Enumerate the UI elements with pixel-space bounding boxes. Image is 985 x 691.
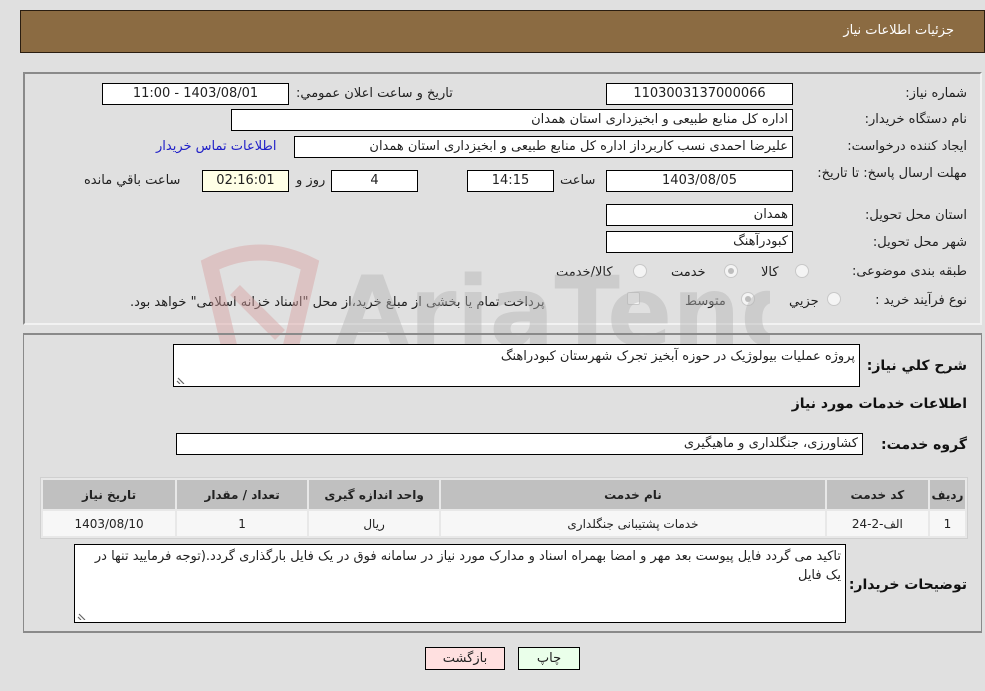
page-header: جزئیات اطلاعات نیاز (20, 10, 985, 53)
buyer-notes-text: تاکید می گردد فایل پیوست بعد مهر و امضا … (94, 549, 841, 583)
resize-grip-icon[interactable] (176, 374, 186, 384)
col-quantity: تعداد / مقدار (177, 480, 308, 509)
service-group-field: کشاورزی، جنگلداری و ماهیگیری (176, 433, 863, 455)
cell-service-name: خدمات پشتیبانی جنگلداری (441, 511, 825, 536)
cell-unit: ریال (309, 511, 440, 536)
col-need-date: تاریخ نیاز (43, 480, 176, 509)
services-table: ردیف کد خدمت نام خدمت واحد اندازه گیری ت… (40, 477, 968, 539)
print-button[interactable]: چاپ (518, 647, 580, 670)
category-option-goods-service: کالا/خدمت (556, 265, 613, 280)
process-option-minor: جزيي (789, 294, 819, 309)
category-label: طبقه بندی موضوعی: (851, 264, 967, 279)
category-option-goods: کالا (761, 265, 779, 280)
delivery-city-label: شهر محل تحویل: (872, 235, 967, 250)
cell-service-code: الف-2-24 (826, 511, 928, 536)
purchase-process-label: نوع فرآیند خرید : (875, 293, 967, 308)
services-table-header: ردیف کد خدمت نام خدمت واحد اندازه گیری ت… (43, 480, 965, 509)
category-radio-goods[interactable] (795, 264, 809, 278)
description-textarea[interactable]: پروژه عملیات بیولوژیک در حوزه آبخیز تجرک… (173, 344, 860, 387)
service-group-label: گروه خدمت: (881, 437, 967, 453)
announce-datetime-label: تاریخ و ساعت اعلان عمومي: (296, 86, 453, 101)
deadline-time-label: ساعت (560, 173, 596, 188)
description-label: شرح کلي نیاز: (866, 358, 967, 374)
deadline-time-field: 14:15 (467, 170, 554, 192)
buyer-contact-link[interactable]: اطلاعات تماس خریدار (156, 139, 276, 154)
category-radio-service[interactable] (724, 264, 738, 278)
requester-field: علیرضا احمدی نسب کاربرداز اداره کل منابع… (294, 136, 793, 158)
table-row: 1 الف-2-24 خدمات پشتیبانی جنگلداری ریال … (43, 511, 965, 536)
col-unit: واحد اندازه گیری (309, 480, 440, 509)
category-radio-goods-service[interactable] (633, 264, 647, 278)
page-title: جزئیات اطلاعات نیاز (843, 23, 954, 38)
need-number-field: 1103003137000066 (606, 83, 793, 105)
cell-quantity: 1 (177, 511, 308, 536)
deadline-date-field: 1403/08/05 (606, 170, 793, 192)
buyer-org-label: نام دستگاه خریدار: (864, 112, 967, 127)
announce-datetime-field: 1403/08/01 - 11:00 (102, 83, 289, 105)
treasury-checkbox-label: پرداخت تمام یا بخشی از مبلغ خرید،از محل … (130, 295, 545, 310)
process-radio-medium[interactable] (741, 292, 755, 306)
buyer-org-field: اداره کل منابع طبیعی و ابخیزداری استان ه… (231, 109, 793, 131)
cell-row-number: 1 (929, 511, 965, 536)
need-number-label: شماره نیاز: (905, 86, 967, 101)
remaining-time-label: ساعت باقي مانده (84, 173, 181, 188)
services-section-title: اطلاعات خدمات مورد نیاز (791, 396, 967, 412)
buyer-notes-textarea[interactable]: تاکید می گردد فایل پیوست بعد مهر و امضا … (74, 544, 846, 623)
treasury-checkbox[interactable] (627, 292, 640, 305)
delivery-province-field: همدان (606, 204, 793, 226)
buyer-notes-label: توضیحات خریدار: (848, 577, 967, 593)
back-button[interactable]: بازگشت (425, 647, 505, 670)
days-label: روز و (296, 173, 326, 188)
process-radio-minor[interactable] (827, 292, 841, 306)
col-row-number: ردیف (929, 480, 965, 509)
cell-need-date: 1403/08/10 (43, 511, 176, 536)
deadline-label: مهلت ارسال پاسخ: تا تاریخ: (817, 166, 967, 181)
requester-label: ایجاد کننده درخواست: (847, 139, 967, 154)
category-option-service: خدمت (671, 265, 706, 280)
col-service-code: کد خدمت (826, 480, 928, 509)
process-option-medium: متوسط (685, 294, 726, 309)
remaining-days-field: 4 (331, 170, 418, 192)
resize-grip-icon[interactable] (77, 610, 87, 620)
remaining-time-field: 02:16:01 (202, 170, 289, 192)
col-service-name: نام خدمت (441, 480, 825, 509)
delivery-province-label: استان محل تحویل: (865, 208, 967, 223)
delivery-city-field: کبودرآهنگ (606, 231, 793, 253)
description-text: پروژه عملیات بیولوژیک در حوزه آبخیز تجرک… (500, 349, 855, 364)
